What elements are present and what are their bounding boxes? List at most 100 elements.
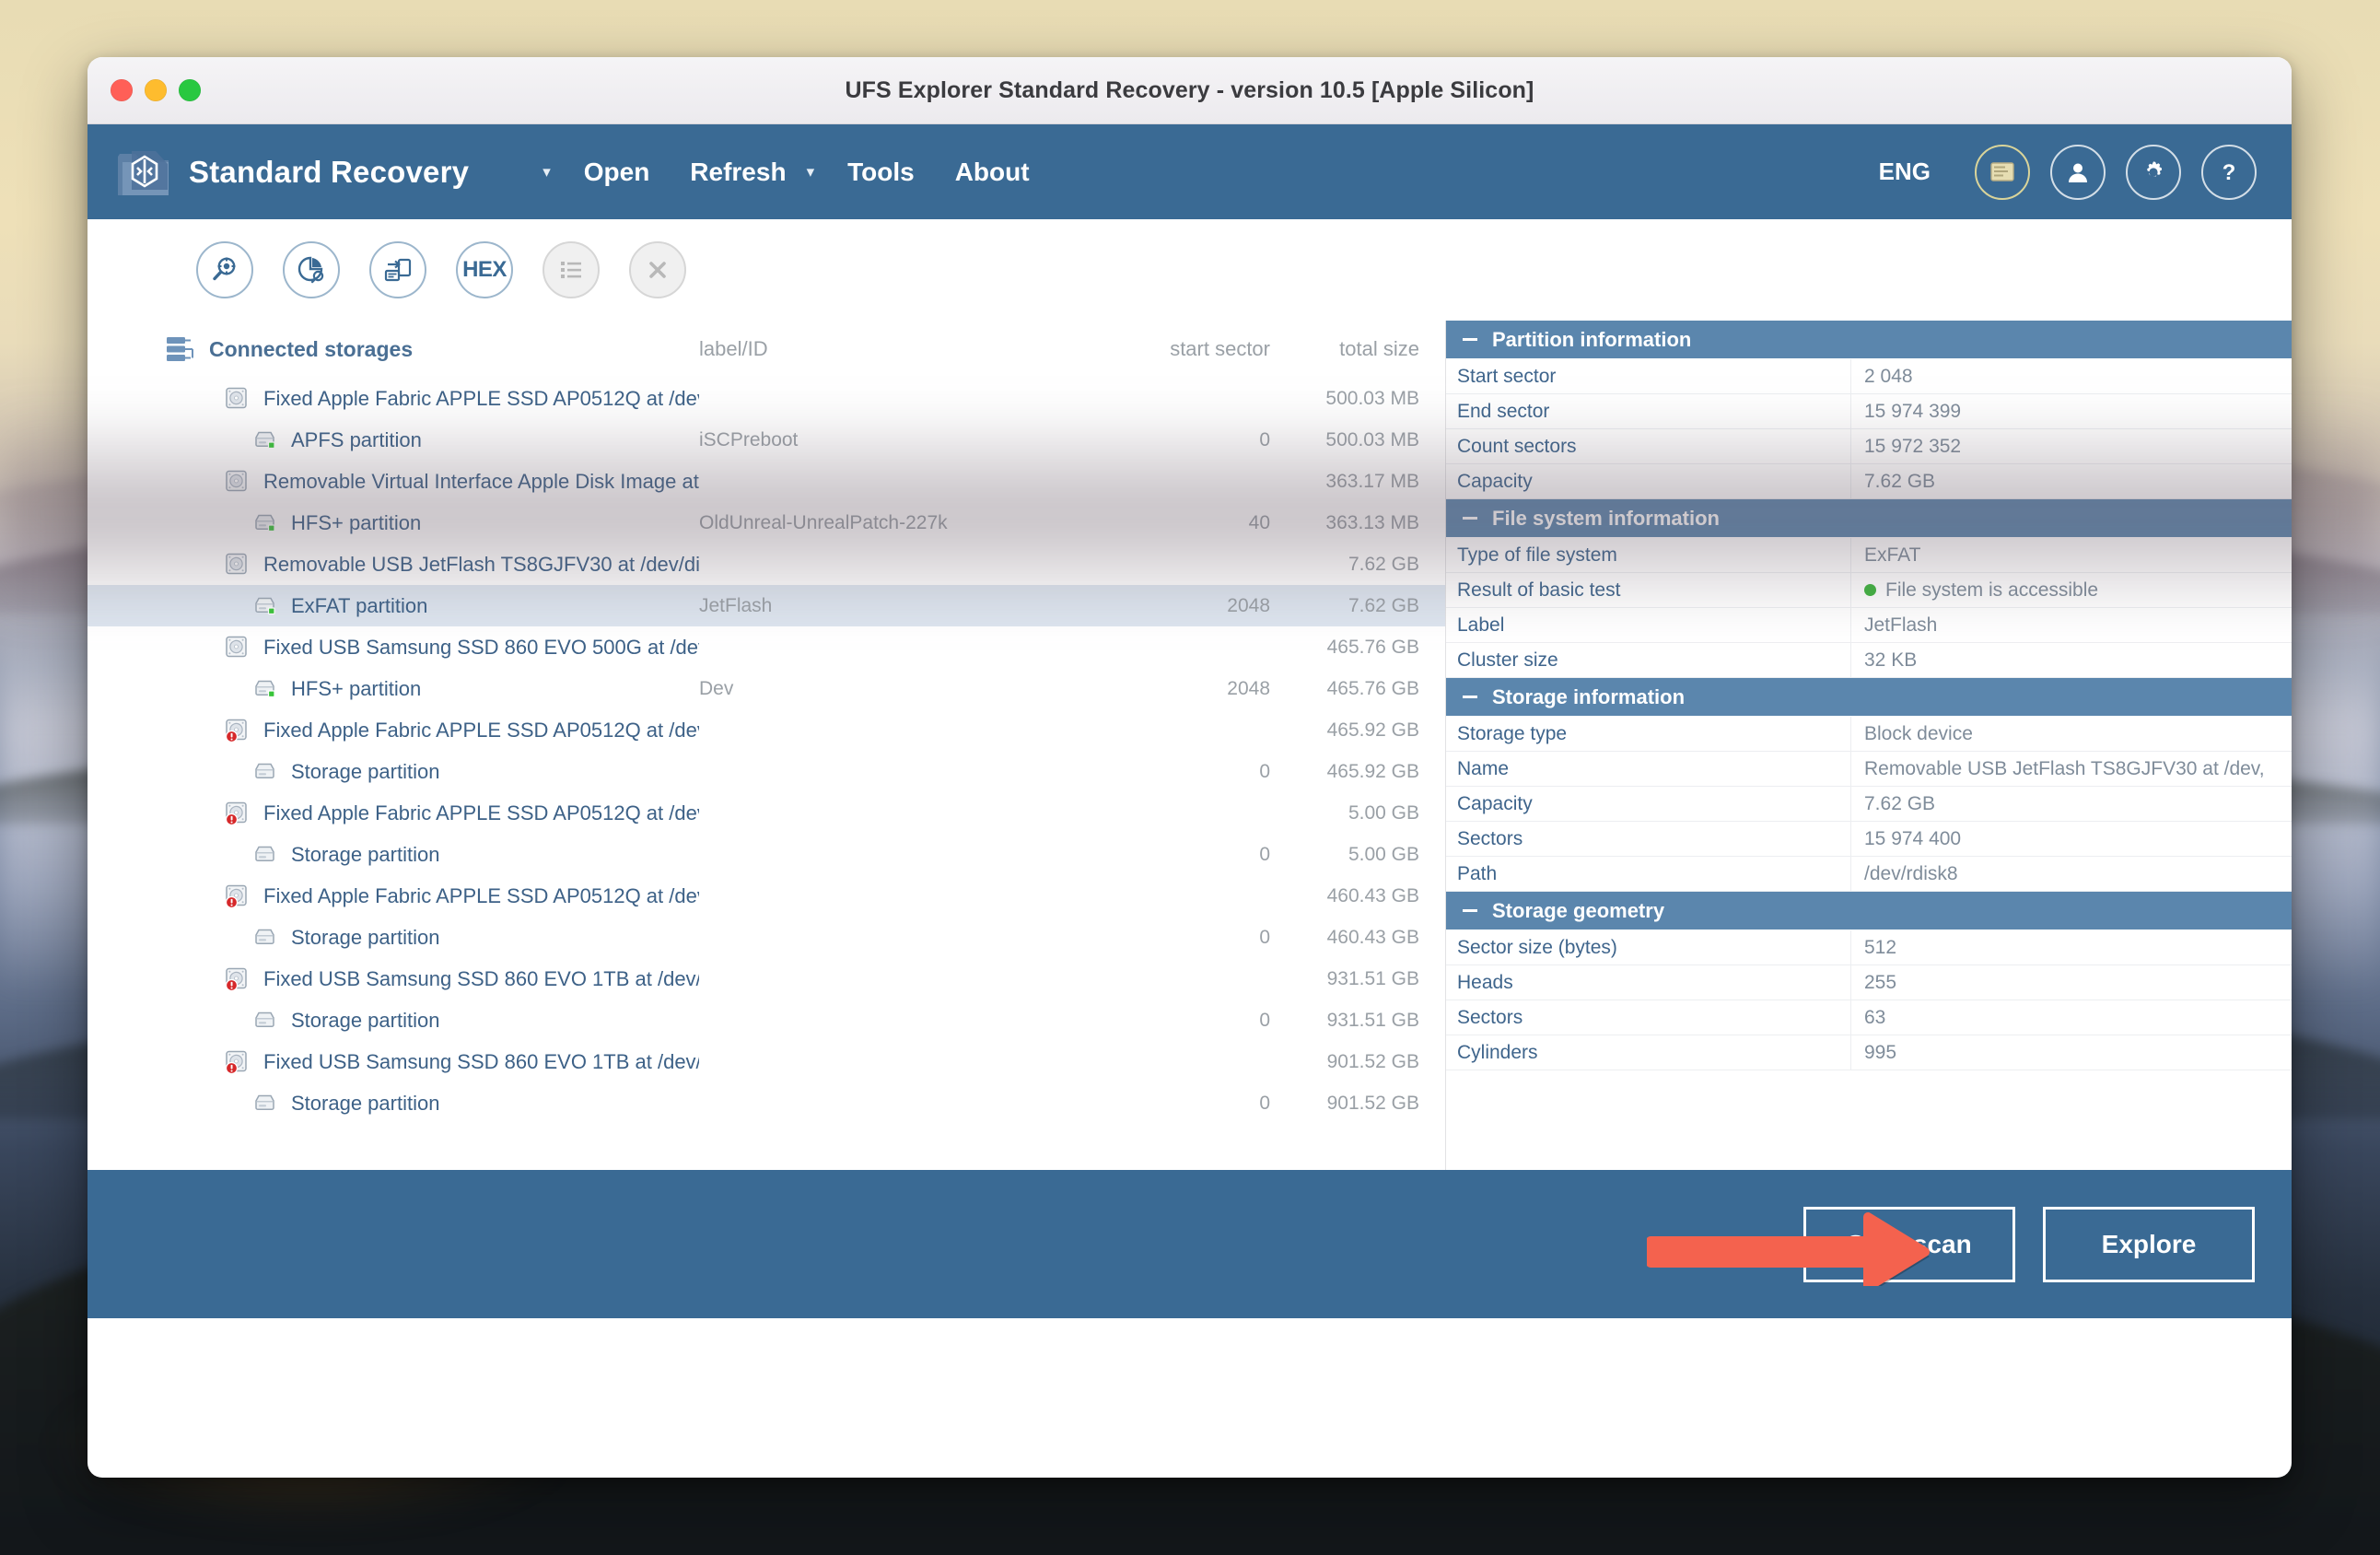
start-scan-button[interactable]: Start scan <box>1803 1207 2015 1282</box>
table-row[interactable]: Fixed USB Samsung SSD 860 EVO 1TB at /de… <box>88 958 1445 1000</box>
help-question-icon[interactable]: ? <box>2201 145 2257 200</box>
minus-icon[interactable] <box>1463 338 1477 341</box>
table-row[interactable]: Fixed USB Samsung SSD 860 EVO 1TB at /de… <box>88 1041 1445 1082</box>
info-row-value: Removable USB JetFlash TS8GJFV30 at /dev… <box>1851 752 2292 786</box>
table-row[interactable]: Storage partition0901.52 GB <box>88 1082 1445 1124</box>
menu-item-open[interactable]: Open <box>564 150 671 194</box>
save-image-icon[interactable] <box>369 241 426 298</box>
brand: Standard Recovery <box>115 146 469 199</box>
menu-item-refresh[interactable]: Refresh <box>670 150 806 194</box>
info-row-value-text: File system is accessible <box>1885 579 2098 602</box>
info-row: Sector size (bytes)512 <box>1446 930 2292 965</box>
language-selector[interactable]: ENG <box>1879 158 1931 186</box>
table-row[interactable]: Storage partition0931.51 GB <box>88 1000 1445 1041</box>
table-row[interactable]: Fixed Apple Fabric APPLE SSD AP0512Q at … <box>88 792 1445 834</box>
storage-row-total-size: 500.03 MB <box>1270 429 1445 451</box>
info-section-title: Partition information <box>1492 328 1691 352</box>
info-section-header[interactable]: Storage information <box>1446 678 2292 717</box>
partition-icon <box>251 593 279 619</box>
menu-group-refresh: Refresh <box>670 150 806 194</box>
storage-row-total-size: 465.76 GB <box>1270 678 1445 700</box>
storage-row-name-cell: ExFAT partition <box>88 593 699 619</box>
table-row[interactable]: Removable USB JetFlash TS8GJFV30 at /dev… <box>88 544 1445 585</box>
table-row[interactable]: Storage partition0465.92 GB <box>88 751 1445 792</box>
minus-icon[interactable] <box>1463 517 1477 520</box>
connected-storages-panel: Connected storages label/ID start sector… <box>88 321 1446 1170</box>
storage-row-start-sector: 0 <box>1068 1093 1270 1115</box>
column-header-start-sector: start sector <box>1068 337 1270 361</box>
table-row[interactable]: Storage partition05.00 GB <box>88 834 1445 875</box>
info-section-header[interactable]: File system information <box>1446 499 2292 538</box>
storage-row-labelid: iSCPreboot <box>699 429 1068 451</box>
info-row-key: Result of basic test <box>1446 573 1851 607</box>
table-row[interactable]: Fixed Apple Fabric APPLE SSD AP0512Q at … <box>88 875 1445 917</box>
info-row: Capacity7.62 GB <box>1446 787 2292 822</box>
table-row[interactable]: Removable Virtual Interface Apple Disk I… <box>88 461 1445 502</box>
storage-row-labelid: OldUnreal-UnrealPatch-227k <box>699 512 1068 534</box>
info-row: Start sector2 048 <box>1446 359 2292 394</box>
table-row[interactable]: Fixed Apple Fabric APPLE SSD AP0512Q at … <box>88 709 1445 751</box>
hex-label: HEX <box>462 257 507 283</box>
menu-item-tools[interactable]: Tools <box>827 150 935 194</box>
storage-row-total-size: 5.00 GB <box>1270 844 1445 866</box>
storage-row-labelid: Dev <box>699 678 1068 700</box>
column-header-name: Connected storages <box>209 337 699 362</box>
window-title: UFS Explorer Standard Recovery - version… <box>88 77 2292 104</box>
storage-row-total-size: 460.43 GB <box>1270 927 1445 949</box>
storage-row-label: Fixed USB Samsung SSD 860 EVO 1TB at /de… <box>263 967 699 991</box>
info-row: Count sectors15 972 352 <box>1446 429 2292 464</box>
user-account-icon[interactable] <box>2050 145 2106 200</box>
chevron-down-icon[interactable]: ▾ <box>807 164 815 180</box>
info-row-value: 63 <box>1851 1000 2292 1035</box>
info-section-title: File system information <box>1492 507 1720 531</box>
column-header-total-size: total size <box>1270 337 1445 361</box>
header-actions: ENG <box>1879 145 2257 200</box>
info-row-key: End sector <box>1446 394 1851 428</box>
hex-icon[interactable]: HEX <box>456 241 513 298</box>
storage-row-total-size: 465.76 GB <box>1270 637 1445 659</box>
table-row[interactable]: Fixed USB Samsung SSD 860 EVO 500G at /d… <box>88 626 1445 668</box>
main-menu: ▾ Open Refresh ▾ Tools About <box>542 150 1049 194</box>
menu-item-about[interactable]: About <box>935 150 1050 194</box>
table-row[interactable]: Storage partition0460.43 GB <box>88 917 1445 958</box>
info-row-key: Path <box>1446 857 1851 891</box>
chevron-down-icon[interactable]: ▾ <box>542 164 551 180</box>
table-row[interactable]: ExFAT partitionJetFlash20487.62 GB <box>88 585 1445 626</box>
storage-row-total-size: 363.17 MB <box>1270 471 1445 493</box>
storage-row-total-size: 363.13 MB <box>1270 512 1445 534</box>
info-section-header[interactable]: Partition information <box>1446 321 2292 359</box>
list-view-icon[interactable] <box>542 241 600 298</box>
info-row-key: Capacity <box>1446 464 1851 498</box>
explore-button[interactable]: Explore <box>2043 1207 2255 1282</box>
info-panel: Partition information Start sector2 048En… <box>1446 321 2292 1170</box>
storage-rows: Fixed Apple Fabric APPLE SSD AP0512Q at … <box>88 378 1445 1124</box>
table-row[interactable]: HFS+ partitionDev2048465.76 GB <box>88 668 1445 709</box>
info-row-value: 32 KB <box>1851 643 2292 677</box>
info-section-header[interactable]: Storage geometry <box>1446 892 2292 930</box>
column-header-label: label/ID <box>699 337 1068 361</box>
minus-icon[interactable] <box>1463 696 1477 698</box>
storage-row-label: Removable USB JetFlash TS8GJFV30 at /dev… <box>263 553 699 577</box>
close-x-icon[interactable] <box>629 241 686 298</box>
info-row: Storage typeBlock device <box>1446 717 2292 752</box>
minus-icon[interactable] <box>1463 909 1477 912</box>
disk-icon <box>224 469 251 495</box>
svg-text:?: ? <box>2222 160 2236 185</box>
storage-row-total-size: 465.92 GB <box>1270 719 1445 742</box>
pie-chart-scan-icon[interactable] <box>283 241 340 298</box>
info-row-value: 2 048 <box>1851 359 2292 393</box>
info-row-key: Label <box>1446 608 1851 642</box>
storage-row-label: Fixed Apple Fabric APPLE SSD AP0512Q at … <box>263 884 699 908</box>
storage-row-labelid: JetFlash <box>699 595 1068 617</box>
disk-icon <box>224 635 251 661</box>
settings-gear-icon[interactable] <box>2126 145 2181 200</box>
table-row[interactable]: HFS+ partitionOldUnreal-UnrealPatch-227k… <box>88 502 1445 544</box>
table-row[interactable]: Fixed Apple Fabric APPLE SSD AP0512Q at … <box>88 378 1445 419</box>
table-row[interactable]: APFS partitioniSCPreboot0500.03 MB <box>88 419 1445 461</box>
folder-hexagon-logo-icon <box>115 146 174 199</box>
messages-icon[interactable] <box>1975 145 2030 200</box>
storage-row-label: APFS partition <box>291 428 422 452</box>
magnifier-scan-icon[interactable] <box>196 241 253 298</box>
disk-icon <box>224 552 251 578</box>
info-row: Result of basic test File system is acces… <box>1446 573 2292 608</box>
